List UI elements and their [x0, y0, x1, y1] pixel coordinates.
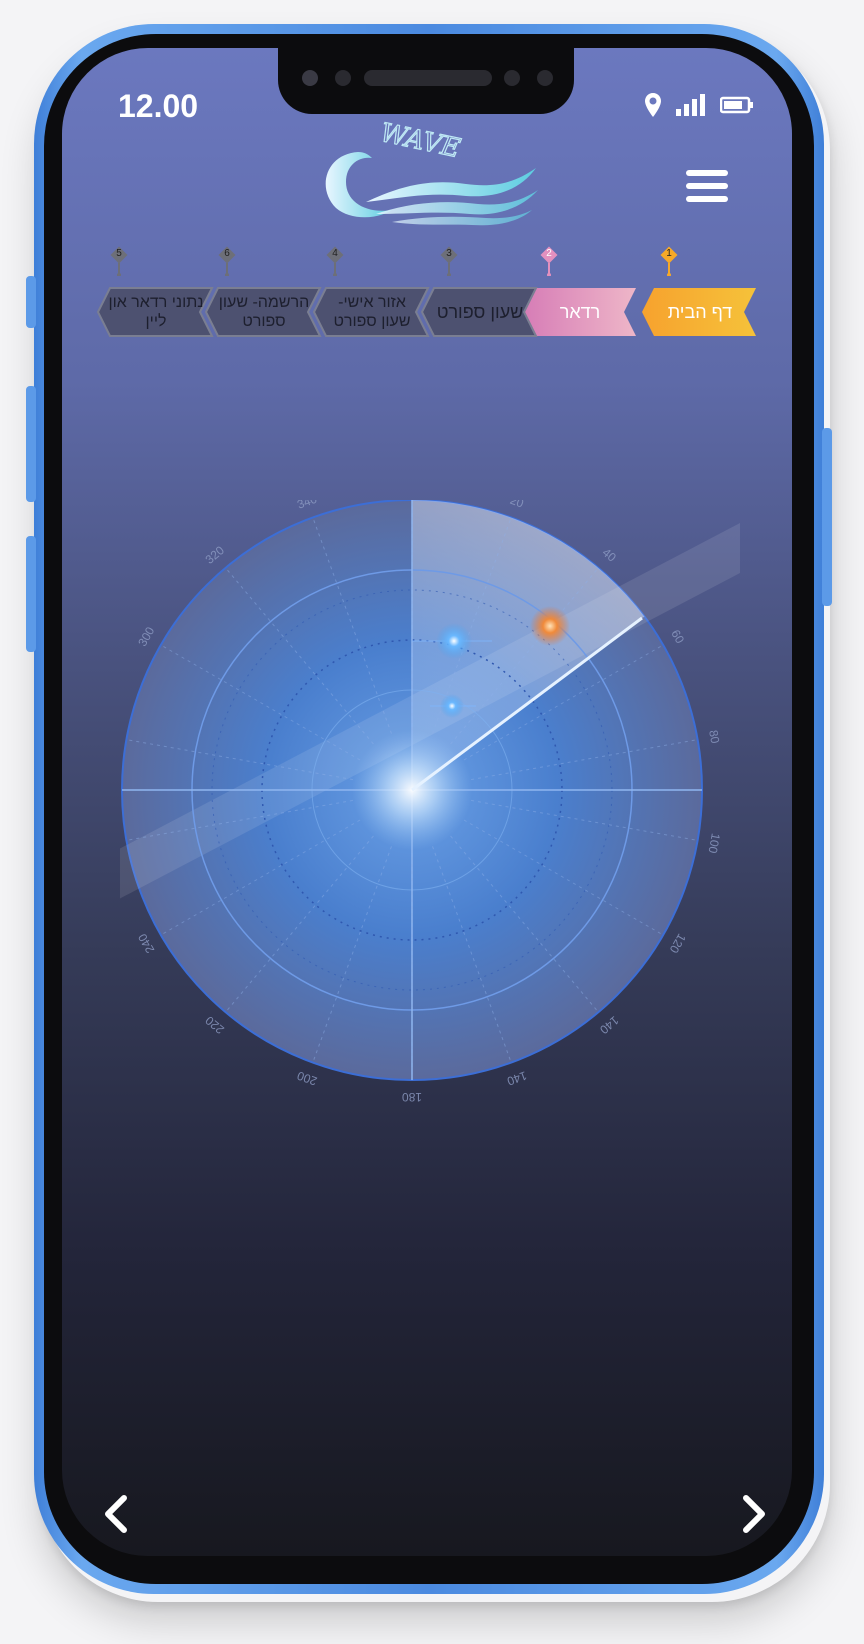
degree-label: 100 [705, 832, 722, 854]
step-label: הרשמה- שעון ספורט [218, 294, 310, 330]
wave-logo: WAVE [306, 117, 556, 228]
step-number: 5 [116, 248, 122, 259]
svg-text:WAVE: WAVE [378, 118, 463, 164]
degree-label: 140 [597, 1013, 622, 1037]
step-personal-area[interactable]: 4 אזור אישי- שעון ספורט [312, 246, 430, 337]
battery-icon [719, 96, 754, 118]
degree-label: 300 [135, 624, 157, 649]
degree-label: 140 [505, 1068, 529, 1088]
step-label: שעון ספורט [436, 301, 524, 322]
degree-label: 200 [295, 1068, 319, 1088]
side-button-volume-down [26, 536, 36, 652]
degree-label: 40 [600, 545, 619, 565]
degree-label: 60 [668, 627, 687, 646]
degree-label: 340 [295, 500, 319, 512]
blip-orange [530, 606, 570, 646]
degree-label: 80 [706, 729, 722, 745]
step-label: אזור אישי- שעון ספורט [333, 294, 411, 330]
step-sport-watch[interactable]: 3 שעון ספורט [420, 246, 538, 337]
step-radar-online-data[interactable]: 5 נתוני רדאר און ליין [96, 246, 214, 337]
front-camera [302, 70, 318, 86]
step-number: 3 [446, 248, 452, 259]
chevron-right-icon[interactable] [734, 1492, 774, 1536]
step-number: 1 [666, 248, 672, 259]
degree-label: 120 [666, 931, 688, 956]
side-button-mute [26, 276, 36, 328]
step-label: דף הבית [667, 301, 733, 322]
step-label: רדאר [559, 301, 601, 322]
step-home[interactable]: 1 דף הבית [640, 246, 758, 336]
status-icons [644, 92, 754, 122]
side-button-power [822, 428, 832, 606]
location-icon [644, 92, 662, 122]
degree-label: 320 [203, 543, 228, 567]
earpiece-speaker [364, 70, 492, 86]
step-number: 6 [224, 248, 230, 259]
progress-steps: 1 דף הבית 2 רדאר 3 שעון ספורט 4 אזור איש… [96, 246, 760, 337]
degree-label: 240 [135, 931, 157, 956]
chevron-left-icon[interactable] [96, 1492, 136, 1536]
sensor-dot [504, 70, 520, 86]
hamburger-menu-icon[interactable] [686, 170, 728, 206]
sensor-dot [537, 70, 553, 86]
sensor-dot [335, 70, 351, 86]
status-time: 12.00 [118, 88, 199, 124]
step-number: 4 [332, 248, 338, 259]
degree-label: 20 [508, 500, 526, 511]
degree-label: 220 [202, 1013, 227, 1037]
degree-label: 180 [402, 1090, 422, 1104]
signal-icon [676, 94, 706, 120]
step-number: 2 [546, 248, 552, 259]
side-button-volume-up [26, 386, 36, 502]
radar-display: 0204060801001201401401802002202402602803… [60, 460, 860, 1160]
step-label: נתוני רדאר און ליין [108, 294, 204, 330]
step-registration[interactable]: 6 הרשמה- שעון ספורט [204, 246, 322, 337]
